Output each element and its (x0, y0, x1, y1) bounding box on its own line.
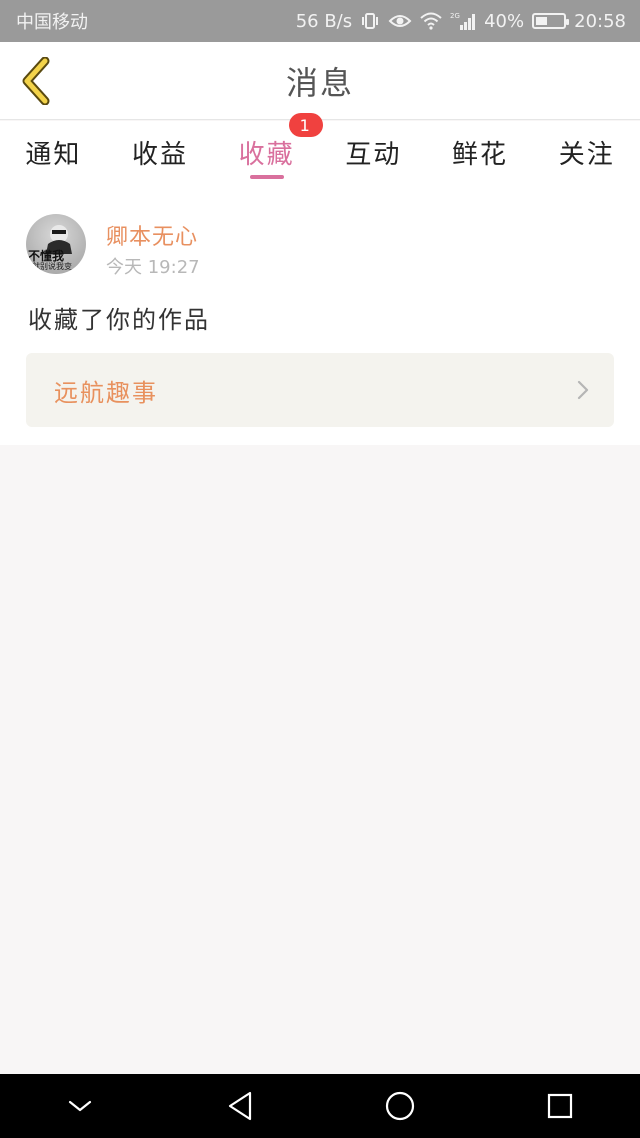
chevron-right-icon (577, 380, 589, 400)
tab-earnings[interactable]: 收益 (107, 121, 214, 183)
home-circle-icon (385, 1091, 415, 1121)
tab-label: 收益 (132, 139, 189, 170)
nav-back-button[interactable] (210, 1076, 270, 1136)
tab-flowers[interactable]: 鲜花 (427, 121, 534, 183)
tab-label: 关注 (558, 139, 615, 170)
message-item: 不懂我 就别说我变 卿本无心 今天 19:27 收藏了你的作品 远航趣事 (0, 183, 640, 445)
tab-interactions[interactable]: 互动 (320, 121, 427, 183)
tab-following[interactable]: 关注 (533, 121, 640, 183)
nav-home-button[interactable] (370, 1076, 430, 1136)
work-title: 远航趣事 (54, 378, 158, 407)
status-icons: 56 B/s 2G 40% 20:58 (296, 11, 626, 32)
clock: 20:58 (574, 10, 626, 32)
avatar-subcaption: 就别说我变 (32, 262, 72, 271)
network-type-label: 2G (450, 12, 460, 20)
tab-label: 收藏 (238, 139, 295, 170)
battery-percent: 40% (484, 10, 525, 32)
tab-notifications[interactable]: 通知 (0, 121, 107, 183)
tab-favorites[interactable]: 收藏 1 (213, 113, 323, 183)
unread-badge: 1 (288, 113, 323, 137)
tab-label: 互动 (345, 139, 402, 170)
tab-label: 通知 (25, 139, 82, 170)
status-bar: 中国移动 56 B/s 2G 40% 20:58 (0, 0, 640, 42)
recents-square-icon (547, 1093, 573, 1119)
carrier-label: 中国移动 (16, 12, 88, 33)
back-button[interactable] (14, 56, 58, 106)
active-tab-indicator (249, 175, 284, 179)
tab-label: 鲜花 (452, 139, 509, 170)
battery-icon (532, 13, 570, 29)
header: 消息 (0, 42, 640, 120)
message-text: 收藏了你的作品 (28, 306, 210, 334)
battery-level (536, 17, 547, 25)
back-triangle-icon (228, 1091, 252, 1121)
message-time: 今天 19:27 (106, 257, 200, 278)
wifi-icon (420, 12, 442, 30)
system-nav-bar (0, 1074, 640, 1138)
chevron-down-icon (68, 1100, 92, 1112)
eye-icon (388, 12, 412, 30)
page-title: 消息 (285, 63, 354, 102)
sender-name[interactable]: 卿本无心 (106, 219, 198, 251)
hide-nav-button[interactable] (50, 1076, 110, 1136)
avatar[interactable]: 不懂我 就别说我变 (26, 214, 86, 274)
nav-recents-button[interactable] (530, 1076, 590, 1136)
signal-icon: 2G (450, 11, 476, 31)
work-link[interactable]: 远航趣事 (26, 353, 614, 427)
vibrate-icon (360, 11, 380, 31)
chevron-left-icon (22, 57, 50, 105)
tab-bar: 通知 收益 收藏 1 互动 鲜花 关注 (0, 113, 640, 183)
net-speed: 56 B/s (295, 10, 353, 32)
